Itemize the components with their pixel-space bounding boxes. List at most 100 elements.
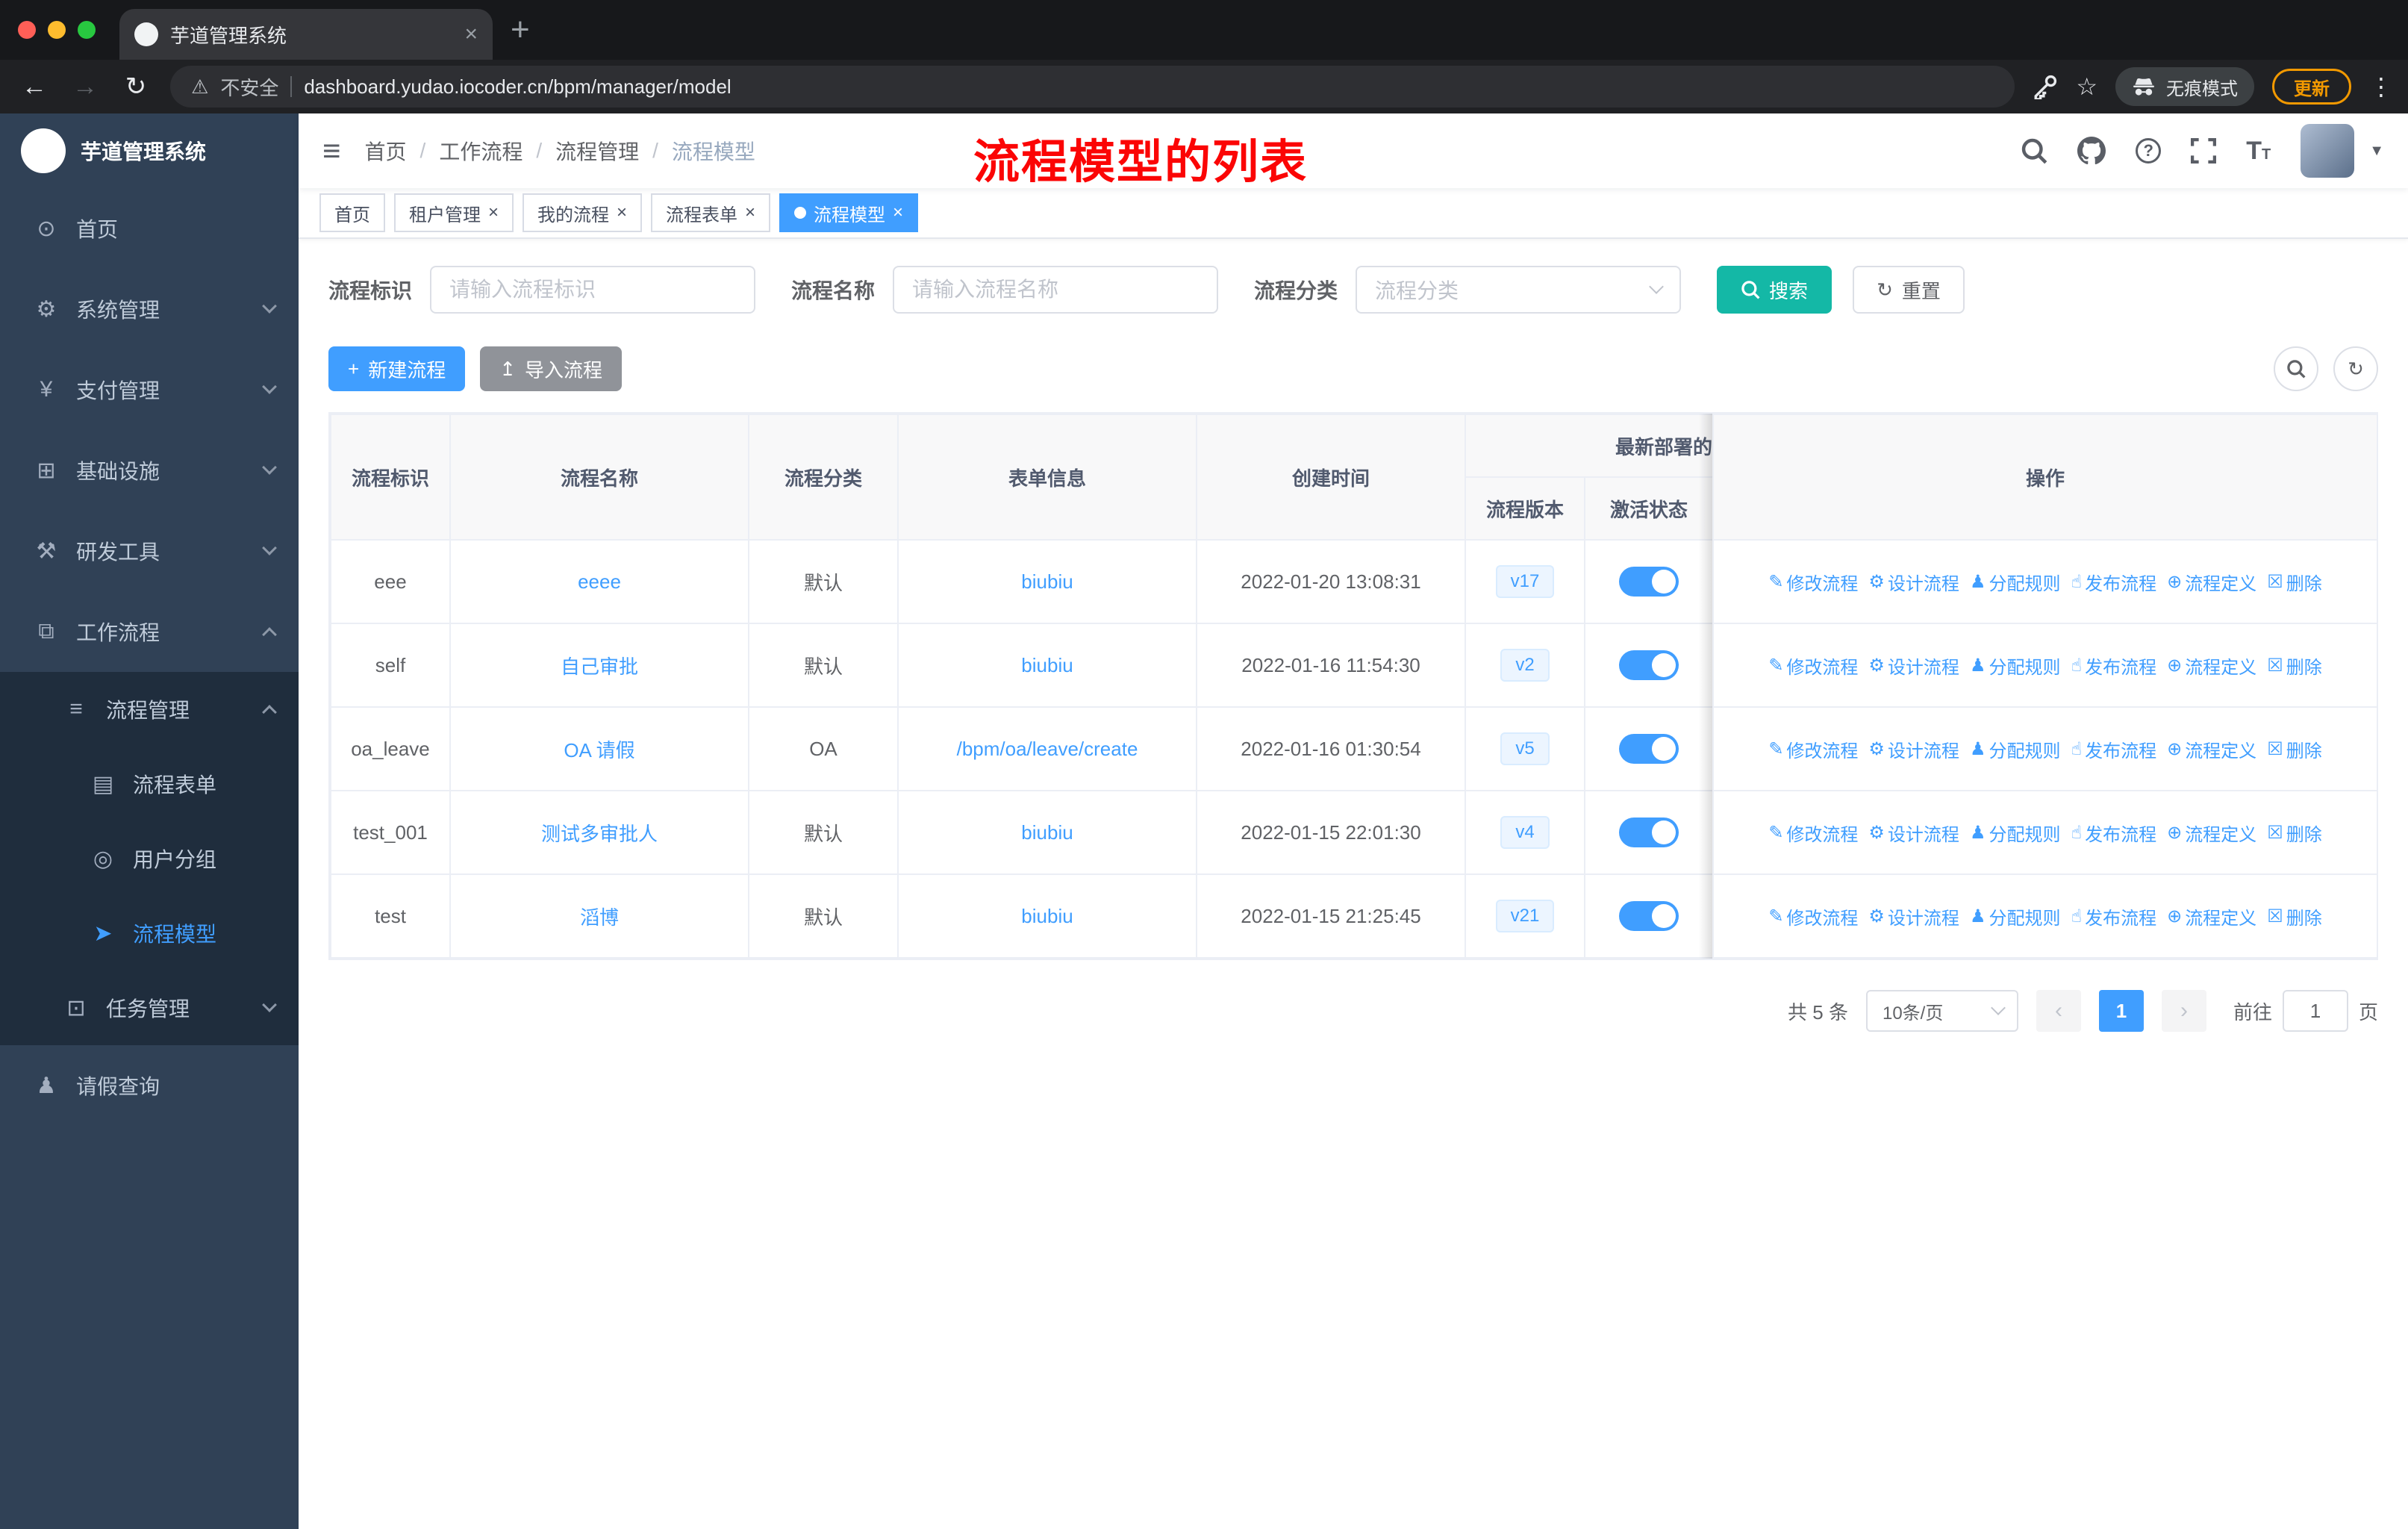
toggle-search-button[interactable] xyxy=(2274,346,2318,391)
update-button[interactable]: 更新 xyxy=(2272,69,2351,105)
process-key-input[interactable] xyxy=(430,266,756,314)
refresh-table-button[interactable]: ↻ xyxy=(2333,346,2378,391)
app-logo[interactable]: 芋道管理系统 xyxy=(0,113,299,188)
page-size-select[interactable]: 10条/页 xyxy=(1865,990,2018,1032)
fullscreen-icon[interactable] xyxy=(2191,138,2216,164)
search-button[interactable]: 搜索 xyxy=(1717,266,1832,314)
breadcrumb-process-management[interactable]: 流程管理 xyxy=(555,136,639,166)
active-toggle[interactable] xyxy=(1619,901,1679,931)
tag-close-icon[interactable]: × xyxy=(745,204,755,222)
page-number-button[interactable]: 1 xyxy=(2098,990,2144,1032)
help-icon[interactable]: ? xyxy=(2136,138,2162,164)
breadcrumb-workflow[interactable]: 工作流程 xyxy=(439,136,523,166)
action-publish-process[interactable]: ☝ 发布流程 xyxy=(2071,736,2156,762)
action-publish-process[interactable]: ☝ 发布流程 xyxy=(2071,653,2156,679)
avatar[interactable] xyxy=(2301,124,2355,178)
action-design-process[interactable]: ⚙ 设计流程 xyxy=(1868,820,1959,846)
action-modify-process[interactable]: ✎ 修改流程 xyxy=(1768,736,1858,762)
font-size-icon[interactable]: TT xyxy=(2246,138,2271,164)
active-toggle[interactable] xyxy=(1619,734,1679,764)
tag-process-model[interactable]: 流程模型 × xyxy=(779,193,919,232)
action-delete[interactable]: ☒ 删除 xyxy=(2267,820,2322,846)
tag-home[interactable]: 首页 xyxy=(319,193,385,232)
tag-close-icon[interactable]: × xyxy=(488,204,499,222)
action-design-process[interactable]: ⚙ 设计流程 xyxy=(1868,569,1959,595)
process-name-link[interactable]: 自己审批 xyxy=(561,655,638,678)
sidebar-item-system-management[interactable]: ⚙ 系统管理 xyxy=(0,269,299,349)
sidebar-item-process-management[interactable]: ≡ 流程管理 xyxy=(0,672,299,747)
action-process-definition[interactable]: ⊕ 流程定义 xyxy=(2167,903,2256,929)
action-process-definition[interactable]: ⊕ 流程定义 xyxy=(2167,569,2256,595)
traffic-light-minimize[interactable] xyxy=(48,21,66,39)
back-button[interactable]: ← xyxy=(18,72,51,102)
process-name-link[interactable]: eeee xyxy=(578,570,621,593)
traffic-light-zoom[interactable] xyxy=(78,21,96,39)
form-info-link[interactable]: biubiu xyxy=(1021,654,1073,676)
action-delete[interactable]: ☒ 删除 xyxy=(2267,569,2322,595)
sidebar-item-workflow[interactable]: ⧉ 工作流程 xyxy=(0,591,299,672)
sidebar-item-home[interactable]: ⊙ 首页 xyxy=(0,188,299,269)
action-delete[interactable]: ☒ 删除 xyxy=(2267,903,2322,929)
action-modify-process[interactable]: ✎ 修改流程 xyxy=(1768,569,1858,595)
omnibox[interactable]: ⚠ 不安全 dashboard.yudao.iocoder.cn/bpm/man… xyxy=(170,66,2015,108)
menu-dots-button[interactable]: ⋮ xyxy=(2369,72,2393,101)
action-assign-rules[interactable]: ♟ 分配规则 xyxy=(1970,903,2061,929)
search-icon[interactable] xyxy=(2021,137,2047,164)
active-toggle[interactable] xyxy=(1619,818,1679,847)
tag-close-icon[interactable]: × xyxy=(617,204,627,222)
action-process-definition[interactable]: ⊕ 流程定义 xyxy=(2167,653,2256,679)
action-assign-rules[interactable]: ♟ 分配规则 xyxy=(1970,736,2061,762)
form-info-link[interactable]: biubiu xyxy=(1021,570,1073,593)
action-assign-rules[interactable]: ♟ 分配规则 xyxy=(1970,820,2061,846)
action-modify-process[interactable]: ✎ 修改流程 xyxy=(1768,820,1858,846)
process-name-input[interactable] xyxy=(893,266,1219,314)
import-process-button[interactable]: ↥ 导入流程 xyxy=(480,346,623,391)
action-process-definition[interactable]: ⊕ 流程定义 xyxy=(2167,820,2256,846)
active-toggle[interactable] xyxy=(1619,650,1679,680)
action-design-process[interactable]: ⚙ 设计流程 xyxy=(1868,653,1959,679)
reload-button[interactable]: ↻ xyxy=(119,72,152,102)
tag-process-form[interactable]: 流程表单 × xyxy=(651,193,771,232)
action-modify-process[interactable]: ✎ 修改流程 xyxy=(1768,653,1858,679)
sidebar-item-infrastructure[interactable]: ⊞ 基础设施 xyxy=(0,430,299,511)
tag-my-process[interactable]: 我的流程 × xyxy=(523,193,643,232)
action-delete[interactable]: ☒ 删除 xyxy=(2267,736,2322,762)
process-name-link[interactable]: OA 请假 xyxy=(564,739,634,762)
action-design-process[interactable]: ⚙ 设计流程 xyxy=(1868,903,1959,929)
form-info-link[interactable]: /bpm/oa/leave/create xyxy=(957,738,1138,760)
action-publish-process[interactable]: ☝ 发布流程 xyxy=(2071,569,2156,595)
new-tab-button[interactable]: + xyxy=(511,13,530,46)
tag-close-icon[interactable]: × xyxy=(893,204,903,222)
caret-down-icon[interactable]: ▼ xyxy=(2369,143,2384,160)
action-assign-rules[interactable]: ♟ 分配规则 xyxy=(1970,569,2061,595)
process-name-link[interactable]: 滔博 xyxy=(580,906,619,929)
action-assign-rules[interactable]: ♟ 分配规则 xyxy=(1970,653,2061,679)
prev-page-button[interactable]: ‹ xyxy=(2036,990,2081,1032)
action-publish-process[interactable]: ☝ 发布流程 xyxy=(2071,820,2156,846)
browser-tab[interactable]: 芋道管理系统 × xyxy=(119,9,493,60)
active-toggle[interactable] xyxy=(1619,567,1679,597)
action-design-process[interactable]: ⚙ 设计流程 xyxy=(1868,736,1959,762)
sidebar-item-task-management[interactable]: ⊡ 任务管理 xyxy=(0,971,299,1045)
traffic-light-close[interactable] xyxy=(18,21,36,39)
sidebar-item-payment-management[interactable]: ¥ 支付管理 xyxy=(0,349,299,430)
sidebar-item-dev-tools[interactable]: ⚒ 研发工具 xyxy=(0,511,299,591)
next-page-button[interactable]: › xyxy=(2161,990,2206,1032)
action-publish-process[interactable]: ☝ 发布流程 xyxy=(2071,903,2156,929)
action-process-definition[interactable]: ⊕ 流程定义 xyxy=(2167,736,2256,762)
reset-button[interactable]: ↻ 重置 xyxy=(1853,266,1965,314)
breadcrumb-home[interactable]: 首页 xyxy=(365,136,407,166)
tab-close-icon[interactable]: × xyxy=(464,22,478,47)
process-category-select[interactable]: 流程分类 xyxy=(1356,266,1682,314)
sidebar-item-user-group[interactable]: ◎ 用户分组 xyxy=(0,821,299,896)
tag-tenant-management[interactable]: 租户管理 × xyxy=(394,193,514,232)
action-modify-process[interactable]: ✎ 修改流程 xyxy=(1768,903,1858,929)
forward-button[interactable]: → xyxy=(69,72,102,102)
sidebar-item-process-form[interactable]: ▤ 流程表单 xyxy=(0,747,299,821)
github-icon[interactable] xyxy=(2077,137,2106,165)
process-name-link[interactable]: 测试多审批人 xyxy=(541,823,658,845)
sidebar-item-leave-query[interactable]: ♟ 请假查询 xyxy=(0,1045,299,1126)
form-info-link[interactable]: biubiu xyxy=(1021,905,1073,927)
action-delete[interactable]: ☒ 删除 xyxy=(2267,653,2322,679)
hamburger-button[interactable]: ≡ xyxy=(322,133,341,169)
